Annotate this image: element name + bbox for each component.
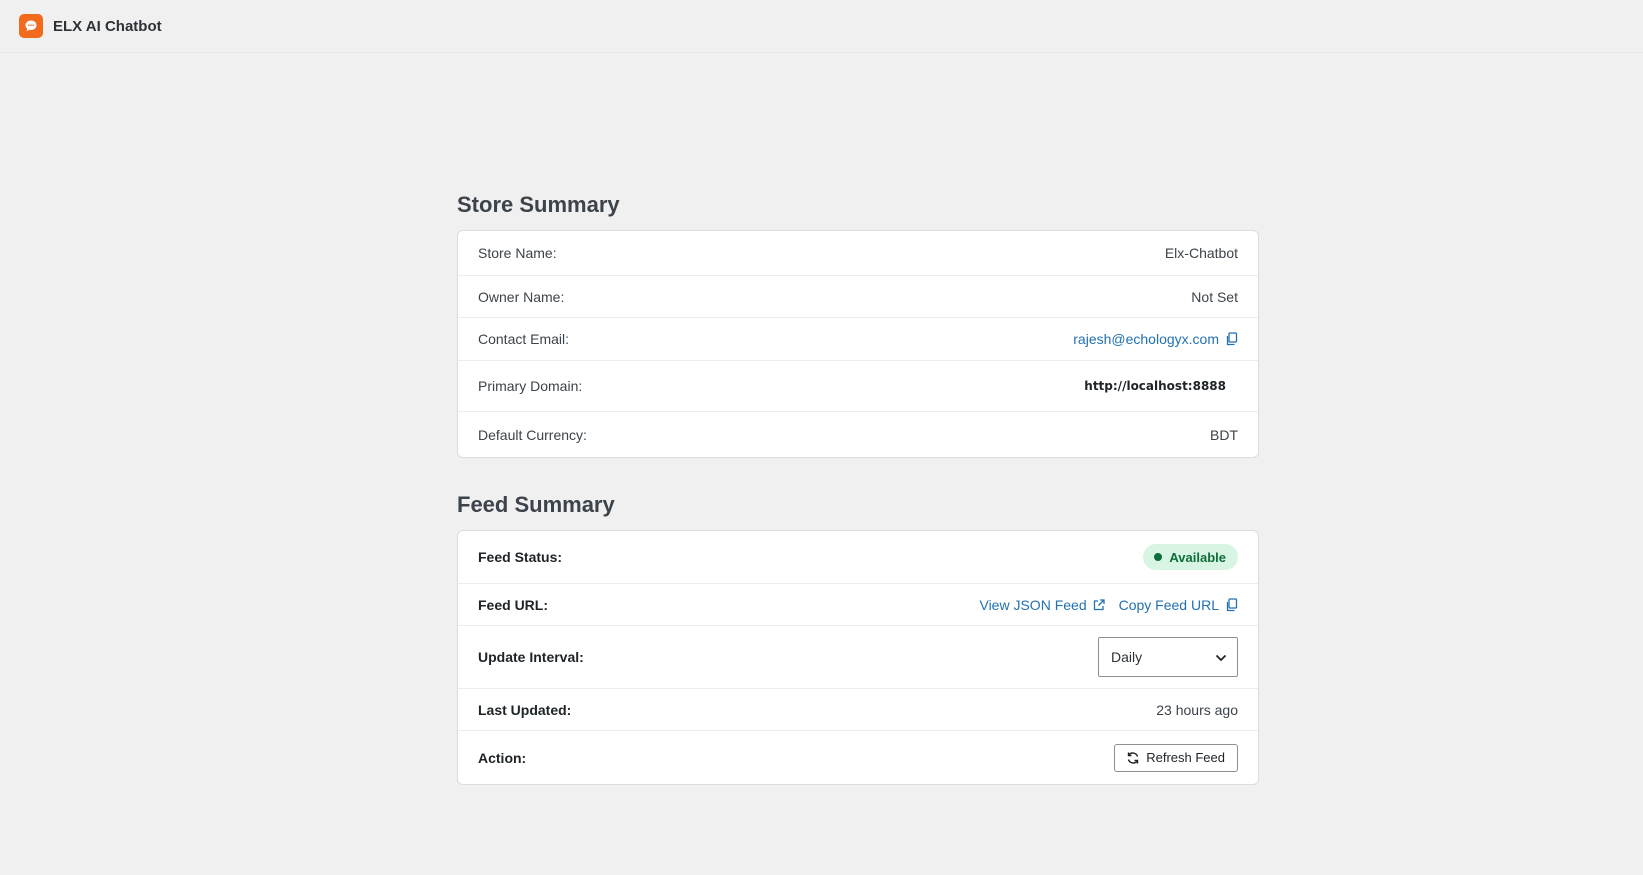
action-label: Action:	[478, 749, 527, 766]
copy-icon[interactable]	[1225, 332, 1238, 346]
primary-domain-row: Primary Domain: http://localhost:8888	[458, 361, 1258, 412]
contact-email-label: Contact Email:	[478, 331, 570, 347]
refresh-icon	[1128, 751, 1139, 764]
update-interval-select[interactable]: Daily	[1098, 637, 1238, 677]
update-interval-row: Update Interval: Daily	[458, 626, 1258, 689]
owner-name-row: Owner Name: Not Set	[458, 276, 1258, 318]
main-content: Store Summary Store Name: Elx-Chatbot Ow…	[457, 187, 1259, 785]
store-summary-card: Store Name: Elx-Chatbot Owner Name: Not …	[457, 230, 1259, 458]
status-badge-text: Available	[1169, 549, 1226, 565]
store-name-row: Store Name: Elx-Chatbot	[458, 231, 1258, 276]
default-currency-row: Default Currency: BDT	[458, 412, 1258, 457]
store-name-value: Elx-Chatbot	[1164, 245, 1238, 261]
last-updated-value: 23 hours ago	[1156, 701, 1238, 718]
owner-name-label: Owner Name:	[478, 288, 565, 305]
feed-url-row: Feed URL: View JSON Feed Copy Feed URL	[458, 584, 1258, 626]
update-interval-label: Update Interval:	[478, 649, 584, 665]
store-summary-heading: Store Summary	[457, 192, 620, 217]
top-bar: ELX AI Chatbot	[0, 0, 1643, 53]
owner-name-value: Not Set	[1191, 288, 1238, 305]
default-currency-label: Default Currency:	[478, 426, 587, 443]
last-updated-label: Last Updated:	[478, 701, 572, 718]
feed-url-actions: View JSON Feed Copy Feed URL	[979, 597, 1238, 613]
feed-url-label: Feed URL:	[478, 596, 548, 613]
external-link-icon	[1093, 598, 1105, 611]
view-json-feed-text: View JSON Feed	[979, 596, 1087, 613]
view-json-feed-link[interactable]: View JSON Feed	[979, 596, 1105, 613]
primary-domain-label: Primary Domain:	[478, 378, 583, 394]
refresh-feed-label: Refresh Feed	[1146, 750, 1225, 765]
copy-icon	[1225, 597, 1238, 612]
feed-summary-card: Feed Status: Available Feed URL: View JS…	[457, 530, 1259, 785]
chat-bubble-icon	[19, 14, 43, 38]
status-badge: Available	[1143, 544, 1238, 570]
chevron-down-icon	[1215, 649, 1227, 665]
status-dot-icon	[1154, 553, 1163, 561]
app-title: ELX AI Chatbot	[53, 17, 162, 35]
last-updated-row: Last Updated: 23 hours ago	[458, 689, 1258, 731]
feed-status-row: Feed Status: Available	[458, 531, 1258, 584]
contact-email-value: rajesh@echologyx.com	[1073, 331, 1238, 347]
contact-email-link[interactable]: rajesh@echologyx.com	[1073, 331, 1219, 347]
default-currency-value: BDT	[1210, 426, 1238, 443]
feed-status-label: Feed Status:	[478, 549, 563, 565]
copy-feed-url-text: Copy Feed URL	[1118, 596, 1219, 613]
refresh-feed-button[interactable]: Refresh Feed	[1114, 743, 1238, 772]
action-row: Action: Refresh Feed	[458, 731, 1258, 784]
copy-feed-url-link[interactable]: Copy Feed URL	[1119, 597, 1238, 613]
store-name-label: Store Name:	[478, 245, 557, 261]
update-interval-value: Daily	[1111, 649, 1143, 665]
feed-summary-heading: Feed Summary	[457, 492, 615, 517]
contact-email-row: Contact Email: rajesh@echologyx.com	[458, 318, 1258, 361]
primary-domain-value: http://localhost:8888	[1084, 379, 1226, 393]
